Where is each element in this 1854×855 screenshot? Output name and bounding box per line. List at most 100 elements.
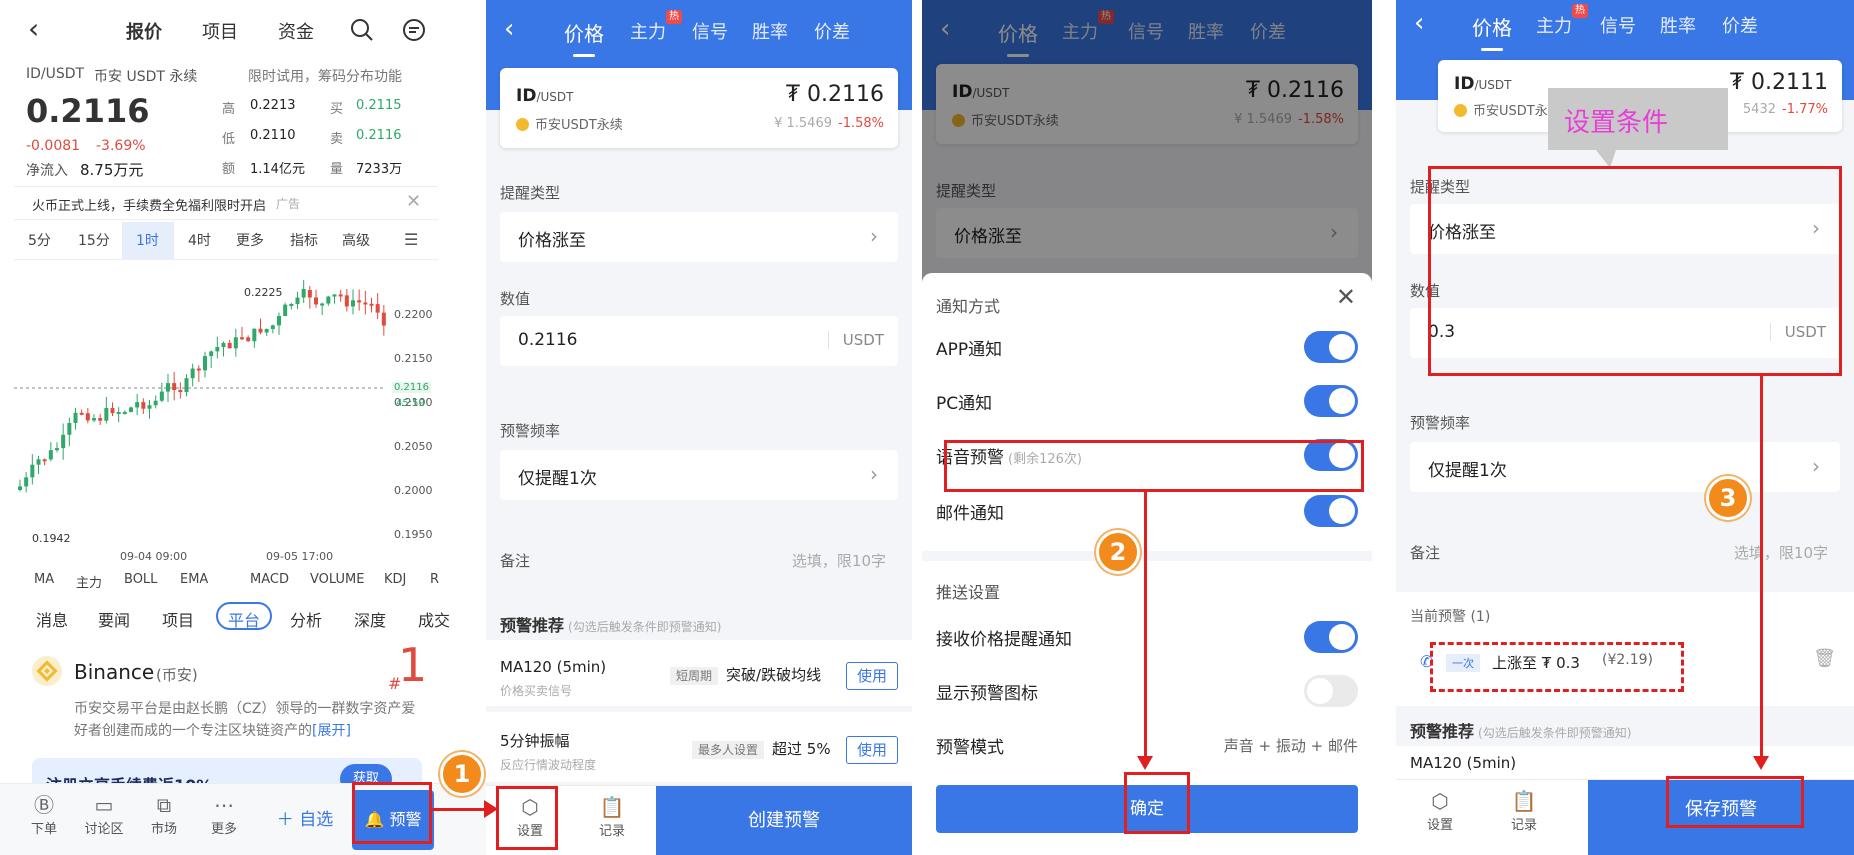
clipboard-icon: 📋 — [1511, 789, 1537, 813]
tab-signal[interactable]: 信号 — [692, 18, 728, 44]
tf-indicators[interactable]: 指标 — [290, 230, 318, 250]
toggle-row-pc: PC通知 — [936, 373, 1358, 427]
tab-main[interactable]: 主力热 — [630, 10, 682, 44]
settings-icon[interactable]: ☰ — [404, 230, 418, 249]
ind-boll[interactable]: BOLL — [124, 572, 157, 587]
rec2-sub: 反应行情波动程度 — [500, 758, 597, 772]
alert-tabs: ‹ 价格 主力热 信号 胜率 价差 — [486, 0, 912, 60]
tf-15m[interactable]: 15分 — [78, 230, 110, 250]
back-icon[interactable]: ‹ — [28, 12, 39, 45]
records-button[interactable]: 📋 记录 — [1496, 788, 1552, 833]
freq-select[interactable]: 仅提醒1次 › — [1410, 442, 1840, 492]
annotation-box-confirm — [1124, 772, 1190, 834]
note-input[interactable]: 备注 选填，限10字 — [1410, 528, 1840, 578]
close-icon[interactable]: ✕ — [1336, 283, 1356, 311]
tab-funds[interactable]: 资金 — [278, 18, 314, 44]
show-icon-label: 显示预警图标 — [936, 684, 1038, 704]
news-tab-platform[interactable]: 平台 — [228, 607, 260, 631]
tab-quote[interactable]: 报价 — [126, 18, 162, 44]
news-tab[interactable]: 项目 — [162, 607, 194, 631]
tab-price[interactable]: 价格 — [564, 18, 604, 57]
alert-type-select[interactable]: 价格涨至 › — [500, 212, 898, 262]
stat-vol-label: 量 — [330, 162, 344, 177]
expand-link[interactable]: [展开] — [312, 723, 351, 739]
records-button[interactable]: 📋 记录 — [584, 794, 640, 839]
back-icon[interactable]: ‹ — [504, 14, 514, 44]
value-input[interactable]: 0.2116 USDT — [500, 316, 898, 366]
value-label: 数值 — [500, 290, 531, 308]
more-button[interactable]: ⋯ 更多 — [196, 792, 252, 837]
candle-body — [270, 325, 275, 330]
quote-panel: ‹ 报价 项目 资金 ID/USDT 币安 USDT 永续 限时试用，筹码分布功… — [0, 0, 486, 855]
ind-ema[interactable]: EMA — [180, 572, 208, 587]
show-icon-toggle[interactable] — [1304, 675, 1358, 707]
ad-bar[interactable]: 火币正式上线，手续费全免福利限时开启 广告 ✕ — [14, 186, 438, 220]
binance-icon — [516, 118, 529, 131]
tab-winrate[interactable]: 胜率 — [752, 18, 788, 44]
tf-advanced[interactable]: 高级 — [342, 230, 370, 250]
pair-base: ID — [516, 86, 537, 106]
tab-main-label: 主力 — [630, 22, 666, 43]
chevron-right-icon: › — [870, 462, 878, 486]
ind-macd[interactable]: MACD — [250, 572, 289, 587]
tab-signal[interactable]: 信号 — [1600, 12, 1636, 38]
note-input[interactable]: 备注 选填，限10字 — [500, 536, 898, 586]
news-tab[interactable]: 成交 — [418, 607, 450, 631]
create-alert-button[interactable]: 创建预警 — [656, 786, 912, 855]
stat-vol: 7233万 — [356, 162, 403, 177]
tab-price[interactable]: 价格 — [1472, 12, 1512, 51]
alert-type-label: 提醒类型 — [500, 184, 561, 202]
promo-link[interactable]: 限时试用，筹码分布功能 — [248, 66, 402, 86]
watchlist-button[interactable]: ＋ 自选 — [260, 784, 350, 855]
tf-5m[interactable]: 5分 — [28, 230, 51, 250]
forum-button[interactable]: ▭ 讨论区 — [76, 792, 132, 837]
email-notify-toggle[interactable] — [1304, 495, 1358, 527]
chevron-right-icon: › — [1812, 454, 1820, 478]
receive-notify-toggle[interactable] — [1304, 621, 1358, 653]
market-button[interactable]: ⧉ 市场 — [136, 792, 192, 837]
pc-notify-toggle[interactable] — [1304, 385, 1358, 417]
ind-volume[interactable]: VOLUME — [310, 572, 364, 587]
ind-main[interactable]: 主力 — [76, 572, 102, 591]
candle-body — [79, 412, 84, 415]
callout-text: 设置条件 — [1564, 108, 1669, 138]
market-label: 市场 — [150, 822, 177, 837]
use-button[interactable]: 使用 — [846, 662, 898, 690]
order-button[interactable]: Ⓑ 下单 — [16, 792, 72, 837]
annotation-box-save — [1666, 776, 1804, 828]
tab-main[interactable]: 主力热 — [1536, 4, 1588, 38]
tab-winrate[interactable]: 胜率 — [1660, 12, 1696, 38]
news-tab[interactable]: 要闻 — [98, 607, 130, 631]
stat-low: 0.2110 — [250, 128, 296, 143]
tf-more[interactable]: 更多 — [236, 230, 264, 250]
trash-icon[interactable]: 🗑 — [1813, 648, 1836, 669]
close-icon[interactable]: ✕ — [406, 191, 421, 212]
ind-r[interactable]: R — [430, 572, 439, 587]
settings-button[interactable]: ⬡ 设置 — [1412, 788, 1468, 833]
chat-icon[interactable] — [402, 18, 426, 42]
candlestick-chart[interactable] — [14, 270, 438, 550]
y-tick: 0.2050 — [394, 440, 433, 453]
pair-price: ₮ 0.2116 — [786, 82, 884, 107]
tf-1h[interactable]: 1时 — [136, 230, 159, 250]
news-tab[interactable]: 消息 — [36, 607, 68, 631]
news-tab[interactable]: 深度 — [354, 607, 386, 631]
tf-4h[interactable]: 4时 — [188, 230, 211, 250]
more-label: 更多 — [210, 822, 237, 837]
email-notify-label: 邮件通知 — [936, 504, 1004, 524]
ind-kdj[interactable]: KDJ — [384, 572, 406, 587]
ind-ma[interactable]: MA — [34, 572, 54, 587]
app-notify-toggle[interactable] — [1304, 331, 1358, 363]
tab-spread[interactable]: 价差 — [814, 18, 850, 44]
tab-spread[interactable]: 价差 — [1722, 12, 1758, 38]
value-text: 0.2116 — [518, 330, 578, 350]
news-tab[interactable]: 分析 — [290, 607, 322, 631]
settings-label: 设置 — [1426, 818, 1453, 833]
annotation-box-alert — [352, 782, 432, 844]
back-icon[interactable]: ‹ — [1414, 8, 1424, 38]
current-price: 0.2116 — [26, 92, 150, 130]
tab-project[interactable]: 项目 — [202, 18, 238, 44]
use-button[interactable]: 使用 — [846, 736, 898, 764]
freq-select[interactable]: 仅提醒1次 › — [500, 450, 898, 500]
search-icon[interactable] — [350, 18, 374, 42]
